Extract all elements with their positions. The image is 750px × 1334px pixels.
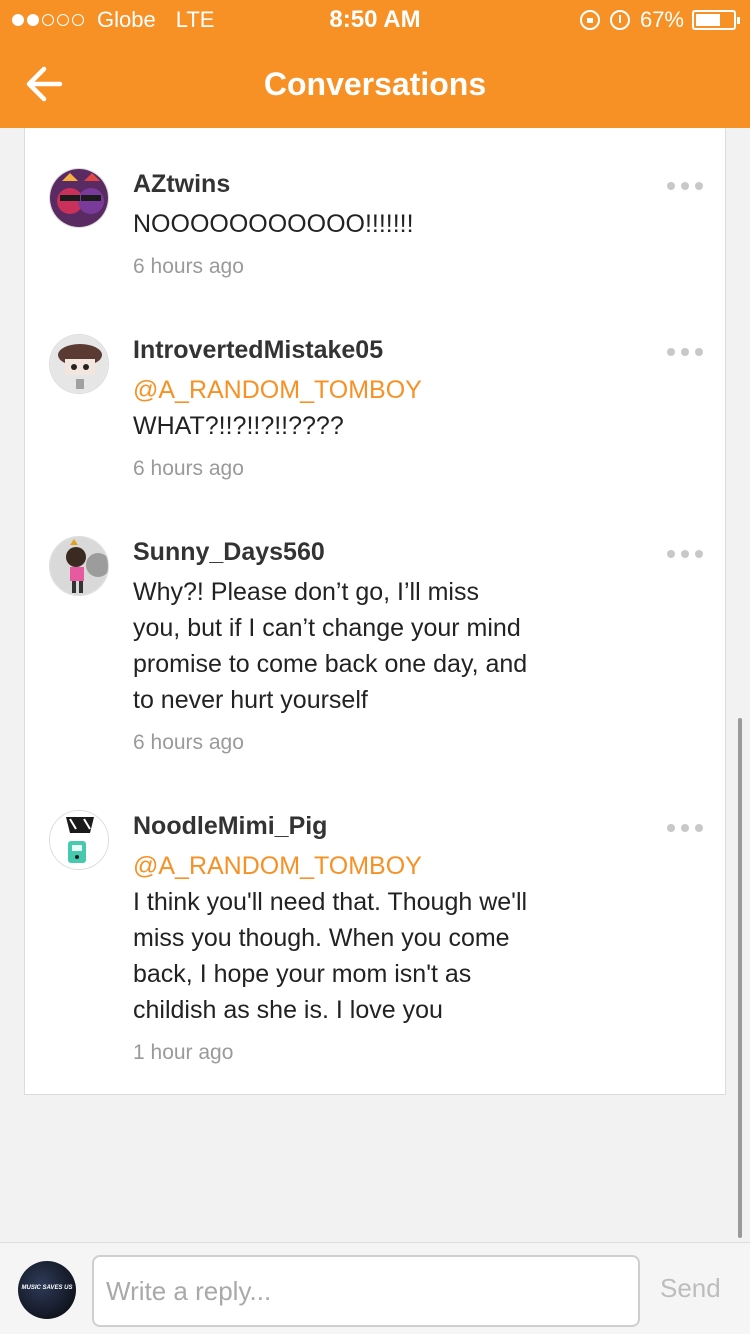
comment-body: @A_RANDOM_TOMBOY I think you'll need tha…: [133, 848, 533, 1068]
my-avatar[interactable]: MUSIC SAVES US: [18, 1261, 76, 1319]
comment-text: NOOOOOOOOOOO!!!!!!!: [133, 210, 414, 238]
conversation-content[interactable]: AZtwins NOOOOOOOOOOO!!!!!!! 6 hours ago …: [0, 128, 750, 1242]
more-options-icon[interactable]: [661, 550, 703, 558]
more-options-icon[interactable]: [661, 824, 703, 832]
alarm-icon: [609, 10, 630, 30]
comments-card: AZtwins NOOOOOOOOOOO!!!!!!! 6 hours ago …: [24, 128, 726, 1095]
status-bar: Globe LTE 8:50 AM 67%: [0, 0, 750, 40]
avatar[interactable]: [49, 168, 109, 228]
comment-time: 6 hours ago: [133, 255, 244, 278]
comment-time: 6 hours ago: [133, 731, 244, 754]
avatar-icon: [50, 169, 108, 227]
more-options-icon[interactable]: [661, 348, 703, 356]
comment-username[interactable]: NoodleMimi_Pig: [133, 812, 327, 841]
comment-text: WHAT?!!?!!?!!????: [133, 412, 344, 440]
nav-bar: Conversations: [0, 40, 750, 128]
reply-input[interactable]: [92, 1255, 640, 1327]
comment-body: NOOOOOOOOOOO!!!!!!! 6 hours ago: [133, 206, 533, 282]
scrollbar[interactable]: [738, 718, 742, 1238]
avatar-icon: [50, 811, 108, 869]
comment-body: @A_RANDOM_TOMBOY WHAT?!!?!!?!!???? 6 hou…: [133, 372, 533, 484]
battery-fill: [696, 14, 720, 26]
comment-mention[interactable]: @A_RANDOM_TOMBOY: [133, 372, 533, 408]
status-right: 67%: [570, 7, 740, 33]
page-title: Conversations: [263, 66, 487, 102]
battery-percent: 67%: [639, 7, 684, 32]
comment-text: I think you'll need that. Though we'll m…: [133, 888, 528, 1024]
comment-time: 1 hour ago: [133, 1041, 234, 1064]
reply-bar: MUSIC SAVES US Send: [0, 1242, 750, 1334]
avatar[interactable]: [49, 536, 109, 596]
comment-username[interactable]: Sunny_Days560: [133, 538, 325, 567]
rotation-lock-icon: [579, 10, 600, 30]
battery-icon: [692, 10, 740, 30]
send-button[interactable]: Send: [660, 1273, 721, 1304]
avatar-icon: [50, 537, 108, 595]
comment-time: 6 hours ago: [133, 457, 244, 480]
avatar[interactable]: [49, 810, 109, 870]
app-header: Globe LTE 8:50 AM 67% Conversations: [0, 0, 750, 128]
comment-username[interactable]: IntrovertedMistake05: [133, 336, 383, 365]
my-avatar-text: MUSIC SAVES US: [21, 1285, 73, 1291]
comment-mention[interactable]: @A_RANDOM_TOMBOY: [133, 848, 533, 884]
comment-text: Why?! Please don’t go, I’ll miss you, bu…: [133, 578, 528, 714]
avatar-icon: [50, 335, 108, 393]
comment-username[interactable]: AZtwins: [133, 170, 230, 199]
avatar[interactable]: [49, 334, 109, 394]
comment-body: Why?! Please don’t go, I’ll miss you, bu…: [133, 574, 533, 758]
more-options-icon[interactable]: [661, 182, 703, 190]
